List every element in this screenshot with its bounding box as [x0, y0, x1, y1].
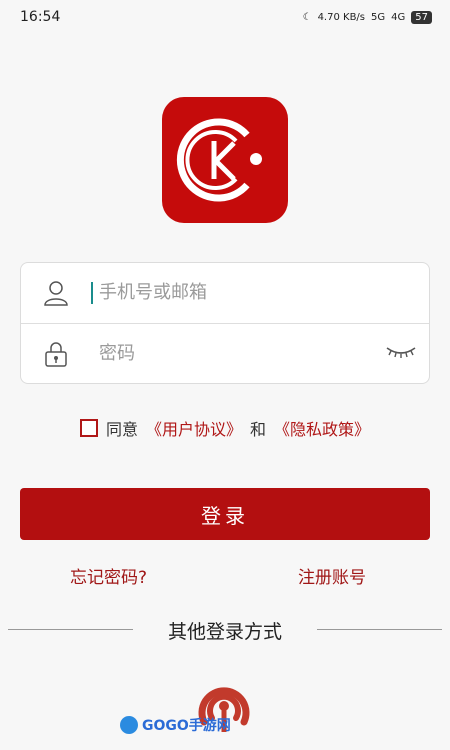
user-agreement-link[interactable]: 《用户协议》 [146, 416, 242, 440]
network-speed: 4.70 KB/s [317, 11, 366, 23]
eye-closed-icon[interactable] [385, 342, 417, 362]
privacy-policy-link[interactable]: 《隐私政策》 [274, 416, 370, 440]
moon-icon: ☾ [302, 11, 312, 23]
watermark-icon [120, 716, 138, 734]
app-logo-icon [176, 118, 262, 202]
signal-5g: 5G [371, 11, 386, 23]
agreement-prefix: 同意 [106, 420, 139, 439]
forgot-password-link[interactable]: 忘记密码? [70, 563, 147, 588]
password-input[interactable]: 密码 [91, 343, 429, 365]
user-icon [21, 278, 91, 308]
other-login-section: 其他登录方式 [0, 612, 450, 648]
divider-left [8, 629, 133, 630]
account-input[interactable]: 手机号或邮箱 [91, 282, 429, 304]
watermark: GOGO手游网 [120, 715, 231, 735]
agreement-checkbox[interactable] [80, 419, 98, 437]
app-logo [162, 97, 288, 223]
lock-icon [21, 339, 91, 369]
register-link[interactable]: 注册账号 [298, 563, 366, 588]
account-row[interactable]: 手机号或邮箱 [21, 263, 429, 323]
status-right: ☾ 4.70 KB/s 5G 4G 57 [302, 10, 432, 24]
divider-right [317, 629, 442, 630]
password-row[interactable]: 密码 [21, 323, 429, 384]
agreement-and: 和 [250, 420, 267, 439]
signal-4g: 4G [391, 11, 406, 23]
watermark-text: GOGO手游网 [142, 718, 231, 734]
status-time: 16:54 [20, 9, 61, 25]
agreement-row: 同意 《用户协议》 和 《隐私政策》 [80, 416, 370, 440]
status-bar: 16:54 ☾ 4.70 KB/s 5G 4G 57 [0, 0, 450, 34]
other-login-title: 其他登录方式 [155, 616, 294, 644]
login-button[interactable]: 登录 [20, 488, 430, 540]
login-form: 手机号或邮箱 密码 [20, 262, 430, 384]
battery-indicator: 57 [411, 10, 432, 24]
